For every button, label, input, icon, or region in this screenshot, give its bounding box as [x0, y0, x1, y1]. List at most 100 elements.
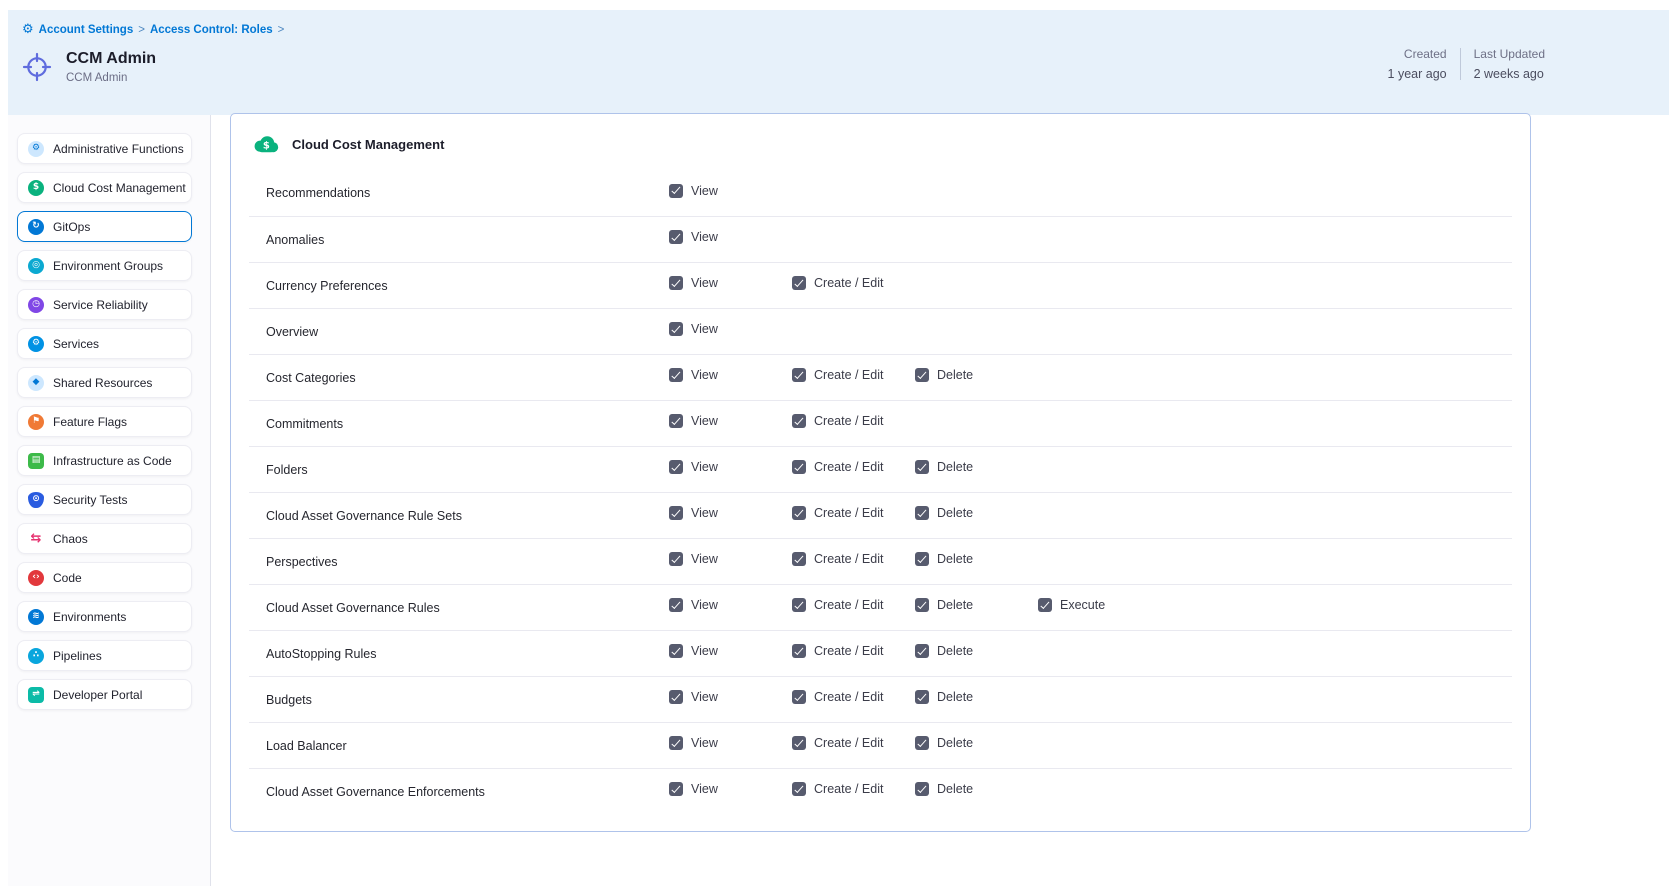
- checkbox-checked-icon[interactable]: [669, 736, 683, 750]
- checkbox-checked-icon[interactable]: [915, 368, 929, 382]
- permission-create-edit-checkbox[interactable]: Create / Edit: [792, 644, 883, 658]
- permission-delete-checkbox[interactable]: Delete: [915, 736, 973, 750]
- checkbox-checked-icon[interactable]: [792, 552, 806, 566]
- permission-label: Delete: [937, 690, 973, 704]
- permission-label: Delete: [937, 598, 973, 612]
- breadcrumb-account-settings[interactable]: Account Settings: [39, 24, 134, 36]
- sidebar-item-services[interactable]: ⚙ Services: [17, 328, 192, 359]
- checkbox-checked-icon[interactable]: [915, 598, 929, 612]
- permission-view-checkbox[interactable]: View: [669, 644, 718, 658]
- permission-cell-delete: Delete: [915, 782, 1038, 801]
- permission-view-checkbox[interactable]: View: [669, 690, 718, 704]
- infrastructure-as-code-icon: ▤: [28, 453, 44, 469]
- checkbox-checked-icon[interactable]: [669, 644, 683, 658]
- role-meta: Created 1 year ago Last Updated 2 weeks …: [1388, 47, 1545, 81]
- permission-delete-checkbox[interactable]: Delete: [915, 690, 973, 704]
- checkbox-checked-icon[interactable]: [1038, 598, 1052, 612]
- checkbox-checked-icon[interactable]: [792, 598, 806, 612]
- sidebar-item-cloud-cost-management[interactable]: $ Cloud Cost Management: [17, 172, 192, 203]
- sidebar-item-code[interactable]: ‹› Code: [17, 562, 192, 593]
- permission-view-checkbox[interactable]: View: [669, 322, 718, 336]
- checkbox-checked-icon[interactable]: [792, 644, 806, 658]
- permission-create-edit-checkbox[interactable]: Create / Edit: [792, 782, 883, 796]
- checkbox-checked-icon[interactable]: [915, 552, 929, 566]
- permission-create-edit-checkbox[interactable]: Create / Edit: [792, 598, 883, 612]
- checkbox-checked-icon[interactable]: [669, 414, 683, 428]
- checkbox-checked-icon[interactable]: [669, 690, 683, 704]
- checkbox-checked-icon[interactable]: [669, 230, 683, 244]
- permission-create-edit-checkbox[interactable]: Create / Edit: [792, 506, 883, 520]
- permission-create-edit-checkbox[interactable]: Create / Edit: [792, 460, 883, 474]
- checkbox-checked-icon[interactable]: [669, 782, 683, 796]
- permission-view-checkbox[interactable]: View: [669, 276, 718, 290]
- sidebar-item-pipelines[interactable]: ∴ Pipelines: [17, 640, 192, 671]
- sidebar-item-label: Code: [53, 571, 82, 585]
- permission-execute-checkbox[interactable]: Execute: [1038, 598, 1105, 612]
- sidebar-item-shared-resources[interactable]: ◆ Shared Resources: [17, 367, 192, 398]
- permission-view-checkbox[interactable]: View: [669, 782, 718, 796]
- sidebar-item-security-tests[interactable]: ⊙ Security Tests: [17, 484, 192, 515]
- permission-delete-checkbox[interactable]: Delete: [915, 368, 973, 382]
- breadcrumb-access-control-roles[interactable]: Access Control: Roles: [150, 24, 273, 36]
- checkbox-checked-icon[interactable]: [669, 598, 683, 612]
- sidebar-item-feature-flags[interactable]: ⚑ Feature Flags: [17, 406, 192, 437]
- permission-view-checkbox[interactable]: View: [669, 552, 718, 566]
- checkbox-checked-icon[interactable]: [915, 690, 929, 704]
- permission-delete-checkbox[interactable]: Delete: [915, 552, 973, 566]
- permission-view-checkbox[interactable]: View: [669, 460, 718, 474]
- checkbox-checked-icon[interactable]: [669, 460, 683, 474]
- permission-cell-create-edit: Create / Edit: [792, 690, 915, 709]
- checkbox-checked-icon[interactable]: [792, 368, 806, 382]
- permission-create-edit-checkbox[interactable]: Create / Edit: [792, 736, 883, 750]
- checkbox-checked-icon[interactable]: [915, 644, 929, 658]
- checkbox-checked-icon[interactable]: [792, 506, 806, 520]
- sidebar-item-administrative-functions[interactable]: ⚙ Administrative Functions: [17, 133, 192, 164]
- checkbox-checked-icon[interactable]: [669, 322, 683, 336]
- checkbox-checked-icon[interactable]: [792, 690, 806, 704]
- checkbox-checked-icon[interactable]: [792, 460, 806, 474]
- checkbox-checked-icon[interactable]: [792, 276, 806, 290]
- checkbox-checked-icon[interactable]: [915, 782, 929, 796]
- permission-view-checkbox[interactable]: View: [669, 184, 718, 198]
- sidebar-item-chaos[interactable]: ⇆ Chaos: [17, 523, 192, 554]
- checkbox-checked-icon[interactable]: [792, 414, 806, 428]
- sidebar-item-environment-groups[interactable]: ◎ Environment Groups: [17, 250, 192, 281]
- permission-view-checkbox[interactable]: View: [669, 506, 718, 520]
- permission-create-edit-checkbox[interactable]: Create / Edit: [792, 414, 883, 428]
- sidebar-item-label: Feature Flags: [53, 415, 127, 429]
- permission-delete-checkbox[interactable]: Delete: [915, 506, 973, 520]
- checkbox-checked-icon[interactable]: [669, 552, 683, 566]
- sidebar-item-infrastructure-as-code[interactable]: ▤ Infrastructure as Code: [17, 445, 192, 476]
- checkbox-checked-icon[interactable]: [669, 184, 683, 198]
- permission-create-edit-checkbox[interactable]: Create / Edit: [792, 690, 883, 704]
- permission-create-edit-checkbox[interactable]: Create / Edit: [792, 368, 883, 382]
- checkbox-checked-icon[interactable]: [792, 736, 806, 750]
- permission-view-checkbox[interactable]: View: [669, 736, 718, 750]
- sidebar-item-gitops[interactable]: ↻ GitOps: [17, 211, 192, 242]
- checkbox-checked-icon[interactable]: [915, 460, 929, 474]
- sidebar-item-environments[interactable]: ≋ Environments: [17, 601, 192, 632]
- permission-delete-checkbox[interactable]: Delete: [915, 644, 973, 658]
- permission-create-edit-checkbox[interactable]: Create / Edit: [792, 276, 883, 290]
- permission-delete-checkbox[interactable]: Delete: [915, 460, 973, 474]
- checkbox-checked-icon[interactable]: [792, 782, 806, 796]
- checkbox-checked-icon[interactable]: [915, 506, 929, 520]
- checkbox-checked-icon[interactable]: [669, 368, 683, 382]
- sidebar-item-developer-portal[interactable]: ⇌ Developer Portal: [17, 679, 192, 710]
- permission-view-checkbox[interactable]: View: [669, 368, 718, 382]
- permission-label: Create / Edit: [814, 552, 883, 566]
- permission-row: AutoStopping Rules ViewCreate / EditDele…: [249, 630, 1512, 676]
- permission-delete-checkbox[interactable]: Delete: [915, 782, 973, 796]
- permission-delete-checkbox[interactable]: Delete: [915, 598, 973, 612]
- settings-gear-icon: ⚙: [22, 23, 34, 36]
- permission-create-edit-checkbox[interactable]: Create / Edit: [792, 552, 883, 566]
- checkbox-checked-icon[interactable]: [915, 736, 929, 750]
- permission-view-checkbox[interactable]: View: [669, 598, 718, 612]
- created-meta: Created 1 year ago: [1388, 47, 1447, 81]
- permission-view-checkbox[interactable]: View: [669, 230, 718, 244]
- sidebar-item-service-reliability[interactable]: ◷ Service Reliability: [17, 289, 192, 320]
- checkbox-checked-icon[interactable]: [669, 506, 683, 520]
- checkbox-checked-icon[interactable]: [669, 276, 683, 290]
- permission-view-checkbox[interactable]: View: [669, 414, 718, 428]
- permission-label: View: [691, 368, 718, 382]
